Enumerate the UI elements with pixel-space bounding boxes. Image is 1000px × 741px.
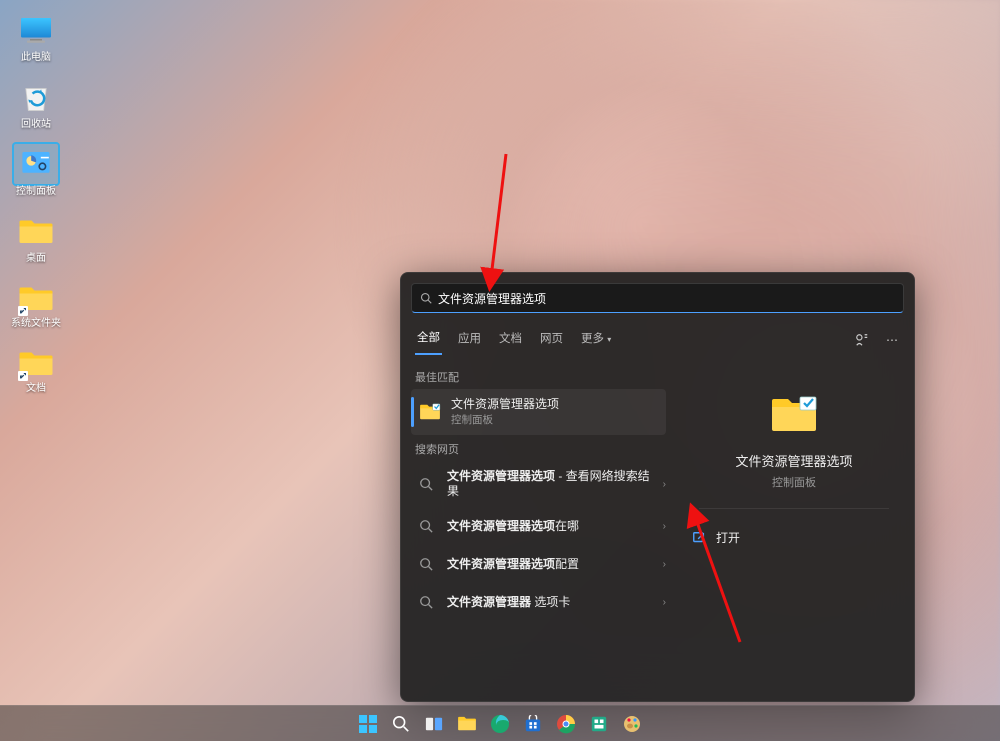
preview-column: 文件资源管理器选项 控制面板 打开 <box>674 355 914 702</box>
desktop-icon-folder-system[interactable]: 系统文件夹 <box>8 278 64 329</box>
taskbar <box>0 705 1000 741</box>
desktop-icon-label: 桌面 <box>26 253 46 264</box>
web-result[interactable]: 文件资源管理器选项在哪 › <box>407 507 674 545</box>
tab-more[interactable]: 更多 ▾ <box>579 326 613 354</box>
desktop-icon-folder-docs[interactable]: 文档 <box>8 343 64 394</box>
search-icon <box>415 473 437 495</box>
chevron-right-icon: › <box>663 521 666 532</box>
desktop-icons-column: 此电脑 回收站 控制面板 <box>8 10 64 394</box>
search-icon <box>415 553 437 575</box>
task-view-button[interactable] <box>421 711 447 737</box>
desktop-icon-label: 系统文件夹 <box>11 318 61 329</box>
folder-options-icon <box>419 401 441 423</box>
web-result-title: 文件资源管理器选项 - 查看网络搜索结果 <box>447 469 653 499</box>
desktop-icon-label: 文档 <box>26 383 46 394</box>
chevron-right-icon: › <box>663 559 666 570</box>
open-action-label: 打开 <box>716 529 740 546</box>
results-column: 最佳匹配 文件资源管理器选项 控制面板 搜索网页 <box>401 355 674 702</box>
search-input[interactable] <box>438 291 895 305</box>
paint-button[interactable] <box>619 711 645 737</box>
web-result-title: 文件资源管理器 选项卡 <box>447 595 653 610</box>
controlpanel-icon <box>14 144 58 184</box>
web-result-title: 文件资源管理器选项配置 <box>447 557 653 572</box>
web-result-title: 文件资源管理器选项在哪 <box>447 519 653 534</box>
folder-options-icon <box>770 395 818 437</box>
app-button[interactable] <box>586 711 612 737</box>
desktop-icon-label: 此电脑 <box>21 52 51 63</box>
account-icon[interactable] <box>854 332 870 348</box>
search-bar[interactable] <box>411 283 904 313</box>
shortcut-badge-icon <box>18 371 28 381</box>
desktop-icon-label: 控制面板 <box>16 186 56 197</box>
desktop-icon-folder-desktop[interactable]: 桌面 <box>8 211 64 264</box>
tab-docs[interactable]: 文档 <box>497 326 524 354</box>
divider <box>699 508 890 509</box>
tab-web[interactable]: 网页 <box>538 326 565 354</box>
preview-subtitle: 控制面板 <box>772 474 816 490</box>
search-icon <box>420 292 432 304</box>
search-icon <box>415 591 437 613</box>
best-match-title: 文件资源管理器选项 <box>451 397 658 412</box>
open-icon <box>692 531 706 545</box>
web-result[interactable]: 文件资源管理器选项 - 查看网络搜索结果 › <box>407 461 674 507</box>
tab-apps[interactable]: 应用 <box>456 326 483 354</box>
start-search-panel: 全部 应用 文档 网页 更多 ▾ ⋯ 最佳匹配 <box>400 272 915 702</box>
shortcut-badge-icon <box>18 306 28 316</box>
tab-more-label: 更多 <box>581 333 604 345</box>
open-action[interactable]: 打开 <box>688 523 900 552</box>
more-icon[interactable]: ⋯ <box>884 332 900 348</box>
thispc-icon <box>14 10 58 50</box>
chrome-button[interactable] <box>553 711 579 737</box>
edge-button[interactable] <box>487 711 513 737</box>
store-button[interactable] <box>520 711 546 737</box>
chevron-down-icon: ▾ <box>607 335 611 344</box>
web-result[interactable]: 文件资源管理器选项配置 › <box>407 545 674 583</box>
search-tabs: 全部 应用 文档 网页 更多 ▾ ⋯ <box>401 325 914 355</box>
chevron-right-icon: › <box>663 479 666 490</box>
search-button[interactable] <box>388 711 414 737</box>
web-result[interactable]: 文件资源管理器 选项卡 › <box>407 583 674 621</box>
chevron-right-icon: › <box>663 597 666 608</box>
best-match-result[interactable]: 文件资源管理器选项 控制面板 <box>411 389 666 435</box>
web-results-label: 搜索网页 <box>407 435 674 461</box>
best-match-subtitle: 控制面板 <box>451 412 658 427</box>
start-button[interactable] <box>355 711 381 737</box>
desktop-icon-this-pc[interactable]: 此电脑 <box>8 10 64 63</box>
desktop-icon-control-panel[interactable]: 控制面板 <box>8 144 64 197</box>
recycle-icon <box>14 77 58 117</box>
folder-icon <box>14 211 58 251</box>
best-match-label: 最佳匹配 <box>407 363 674 389</box>
preview-title: 文件资源管理器选项 <box>735 451 852 470</box>
search-icon <box>415 515 437 537</box>
file-explorer-button[interactable] <box>454 711 480 737</box>
desktop-icon-label: 回收站 <box>21 119 51 130</box>
tab-all[interactable]: 全部 <box>415 325 442 355</box>
desktop-icon-recycle-bin[interactable]: 回收站 <box>8 77 64 130</box>
